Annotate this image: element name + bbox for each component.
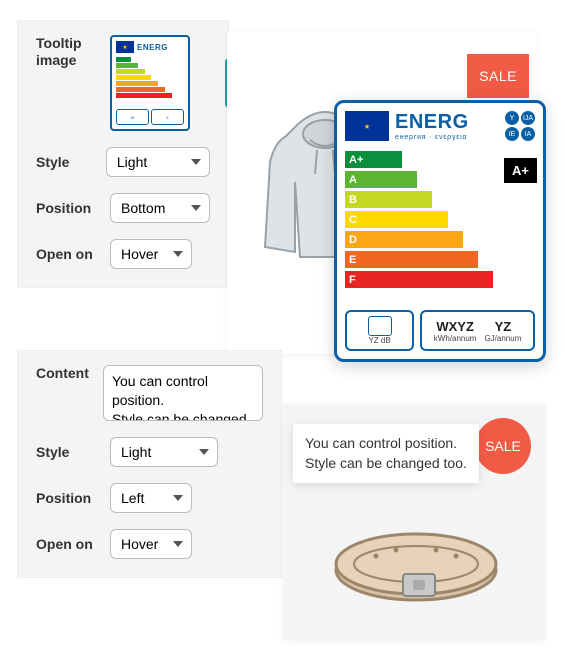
text-tooltip: You can control position. Style can be c… xyxy=(293,424,479,483)
position-select[interactable]: Bottom xyxy=(110,193,210,223)
energy-lang-badges: YIJA IEIA xyxy=(505,111,535,141)
sound-box: YZ dB xyxy=(345,310,414,351)
position-label-2: Position xyxy=(36,490,110,507)
style-label: Style xyxy=(36,154,106,171)
eu-flag-icon: ★ xyxy=(116,41,134,53)
eu-flag-icon: ⋆ xyxy=(345,111,389,141)
energy-brand-mini: ENERG xyxy=(137,43,168,52)
style-select-2[interactable]: Light xyxy=(110,437,218,467)
energy-brand: ENERG xyxy=(395,111,499,134)
tooltip-settings-panel-1: Tooltip image ★ ENERG W Z Style Light Po… xyxy=(17,20,229,288)
energy-bars: A+ A+ A B C D E F xyxy=(345,151,535,288)
energy-bars-mini xyxy=(116,57,184,98)
sound-icon xyxy=(368,316,392,336)
openon-select-2[interactable]: Hover xyxy=(110,529,192,559)
tooltip-settings-panel-2: Content You can control position. Style … xyxy=(17,350,282,578)
mini-foot-2: Z xyxy=(151,109,184,125)
position-label: Position xyxy=(36,200,110,217)
tooltip-line-2: Style can be changed too. xyxy=(305,454,467,474)
product-card-belt: SALE You can control position. Style can… xyxy=(283,404,545,640)
energy-subtitle: енергия · ενεργεια xyxy=(395,134,499,141)
style-select[interactable]: Light xyxy=(106,147,210,177)
tooltip-line-1: You can control position. xyxy=(305,434,467,454)
openon-label: Open on xyxy=(36,246,110,263)
content-textarea[interactable]: You can control position. Style can be c… xyxy=(103,365,263,421)
tooltip-image-label: Tooltip image xyxy=(36,35,110,69)
position-select-2[interactable]: Left xyxy=(110,483,192,513)
content-label: Content xyxy=(36,365,103,382)
tooltip-image-preview[interactable]: ★ ENERG W Z xyxy=(110,35,190,131)
mini-foot-1: W xyxy=(116,109,149,125)
energy-rating-flag: A+ xyxy=(504,158,537,183)
sale-badge-circle: SALE xyxy=(475,418,531,474)
style-label-2: Style xyxy=(36,444,110,461)
openon-label-2: Open on xyxy=(36,536,110,553)
energy-label-tooltip: ⋆ ENERG енергия · ενεργεια YIJA IEIA A+ … xyxy=(334,100,546,362)
belt-image xyxy=(321,512,511,612)
power-box: WXYZkWh/annum YZGJ/annum xyxy=(420,310,535,351)
sale-badge: SALE xyxy=(467,54,529,98)
openon-select[interactable]: Hover xyxy=(110,239,192,269)
